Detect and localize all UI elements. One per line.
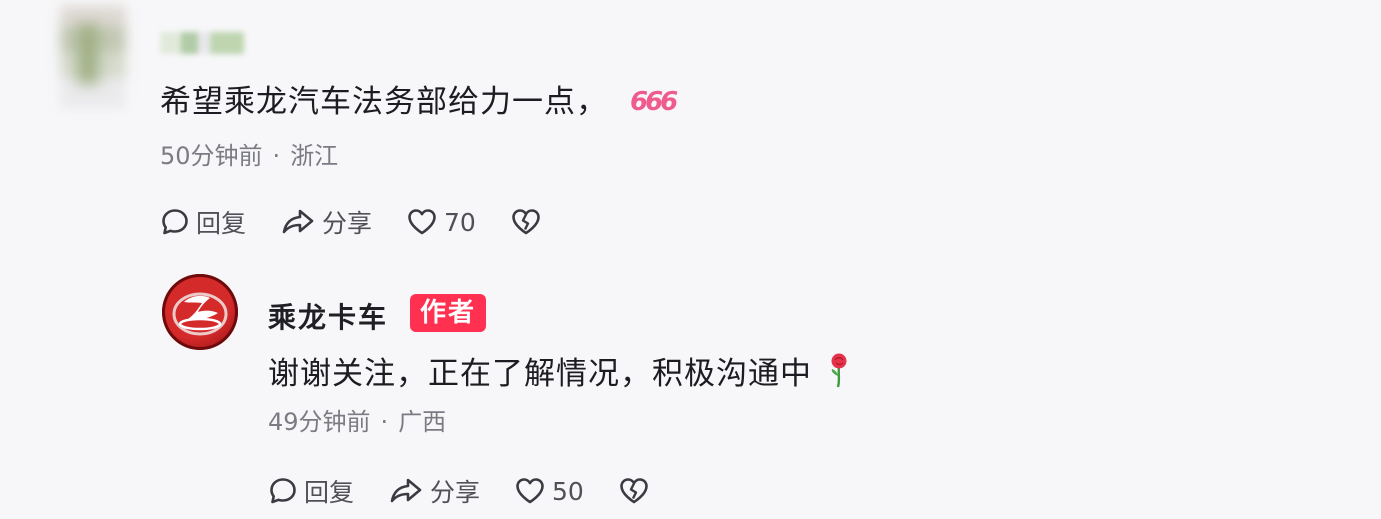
like-count: 70 [444, 207, 476, 237]
share-label: 分享 [430, 478, 481, 507]
comment-text-body: 谢谢关注，正在了解情况，积极沟通中 [268, 356, 812, 392]
dislike-button[interactable] [618, 476, 650, 506]
meta-separator: · [272, 142, 281, 170]
like-button[interactable]: 50 [514, 476, 584, 506]
location: 广西 [398, 408, 447, 436]
comment-text-body: 希望乘龙汽车法务部给力一点， [160, 84, 608, 120]
like-button[interactable]: 70 [406, 207, 476, 237]
username-blurred[interactable] [160, 32, 244, 54]
share-label: 分享 [322, 209, 373, 238]
rose-emoji-icon [826, 352, 852, 398]
comment-bubble-icon [268, 476, 298, 506]
emoji-666: 666 [630, 87, 678, 117]
comment-text: 希望乘龙汽车法务部给力一点， 666 [160, 82, 678, 122]
author-avatar-logo[interactable] [162, 274, 238, 350]
heart-icon [514, 476, 546, 506]
heart-icon [406, 207, 438, 237]
meta-separator: · [380, 408, 389, 436]
timestamp: 49分钟前 [268, 408, 371, 436]
action-bar: 回复 分享 50 [268, 473, 650, 509]
share-button[interactable]: 分享 [388, 473, 480, 509]
share-arrow-icon [388, 476, 424, 506]
broken-heart-icon [510, 207, 542, 237]
reply-button[interactable]: 回复 [268, 473, 354, 509]
share-arrow-icon [280, 207, 316, 237]
comment-bubble-icon [160, 207, 190, 237]
reply-button[interactable]: 回复 [160, 204, 246, 240]
reply-label: 回复 [196, 209, 247, 238]
reply-label: 回复 [304, 478, 355, 507]
action-bar: 回复 分享 70 [160, 204, 542, 240]
like-count: 50 [552, 476, 584, 506]
broken-heart-icon [618, 476, 650, 506]
comment-1: 希望乘龙汽车法务部给力一点， 666 50分钟前 · 浙江 回复 分享 70 [0, 0, 1381, 250]
share-button[interactable]: 分享 [280, 204, 372, 240]
comment-meta: 50分钟前 · 浙江 [160, 136, 338, 171]
author-name[interactable]: 乘龙卡车 [268, 296, 388, 336]
location: 浙江 [290, 142, 339, 170]
author-badge: 作者 [410, 294, 487, 332]
comment-text: 谢谢关注，正在了解情况，积极沟通中 [268, 352, 852, 398]
comment-meta: 49分钟前 · 广西 [268, 402, 446, 437]
timestamp: 50分钟前 [160, 142, 263, 170]
comment-2-author-reply: 乘龙卡车 作者 谢谢关注，正在了解情况，积极沟通中 49分钟前 · 广西 回复 分享… [0, 250, 1381, 519]
dislike-button[interactable] [510, 207, 542, 237]
avatar-blurred[interactable] [60, 6, 126, 108]
